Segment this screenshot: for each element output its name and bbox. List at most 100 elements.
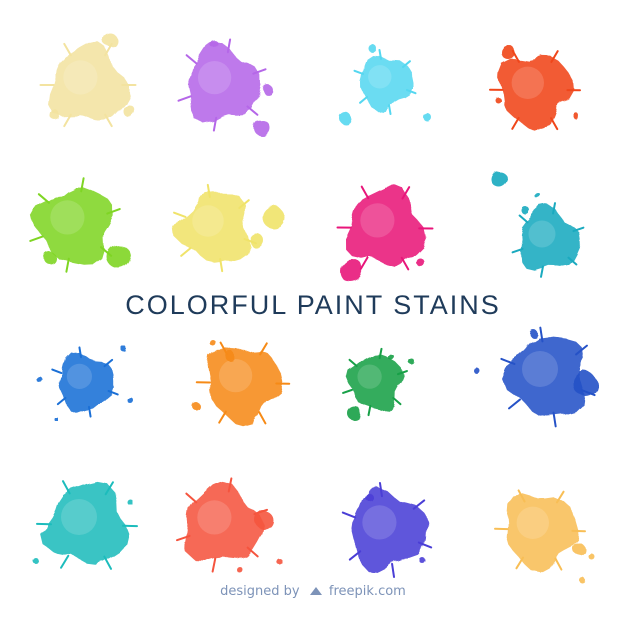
stain-droplet — [275, 557, 281, 563]
stain-droplet — [32, 557, 38, 563]
stain-highlight — [528, 220, 556, 248]
paint-stain-royal-blue — [475, 326, 597, 428]
stain-highlight — [63, 60, 98, 95]
stain-droplet — [492, 172, 508, 188]
stain-splatter-streak — [177, 95, 192, 102]
stain-droplet — [122, 347, 128, 353]
stain-splatter-streak — [60, 554, 70, 569]
credit-prefix: designed by — [220, 584, 300, 599]
paint-stain-lime-green — [29, 177, 130, 273]
stain-droplet — [587, 552, 593, 558]
stain-highlight — [218, 358, 253, 393]
stain-highlight — [362, 505, 397, 540]
stain-droplet — [419, 557, 425, 563]
paint-stain-orange — [191, 339, 291, 427]
stain-droplet — [364, 492, 372, 500]
stain-droplet — [122, 104, 134, 116]
stain-droplet — [226, 352, 236, 362]
stain-droplet — [255, 511, 273, 529]
paint-stain-red-orange — [489, 45, 581, 132]
stain-splatter-streak — [342, 388, 354, 394]
stain-splatter-streak — [88, 405, 92, 418]
stain-droplet — [249, 233, 263, 247]
credit-brand: freepik.com — [328, 584, 406, 599]
stain-droplet — [534, 192, 540, 198]
stain-droplet — [501, 45, 515, 59]
stain-splatter-streak — [515, 556, 525, 570]
stain-droplet — [572, 112, 578, 118]
stain-splatter-streak — [185, 54, 198, 65]
stain-splatter-streak — [518, 214, 529, 224]
stain-splatter-streak — [29, 235, 44, 242]
stain-droplet — [191, 401, 199, 409]
stain-droplet — [521, 206, 529, 214]
stain-droplet — [495, 97, 501, 103]
stain-highlight — [192, 205, 224, 237]
stain-droplet — [103, 33, 117, 47]
stain-splatter-streak — [511, 116, 520, 130]
stain-droplet — [389, 355, 395, 361]
stain-droplet — [53, 416, 57, 420]
paint-stain-cream — [39, 33, 137, 128]
stain-highlight — [360, 203, 395, 238]
stain-splatter-streak — [51, 368, 63, 375]
stain-splatter-streak — [258, 411, 267, 425]
paint-stain-yellow — [173, 183, 285, 273]
stain-droplet — [368, 44, 376, 52]
stain-droplet — [339, 258, 363, 282]
stain-highlight — [357, 364, 382, 389]
paint-stain-green — [342, 347, 415, 421]
paint-stain-light-orange — [494, 489, 593, 583]
stain-splatter-streak — [180, 247, 192, 257]
paint-stain-teal — [492, 172, 585, 278]
stain-splatter-streak — [508, 398, 521, 410]
stain-droplet — [237, 567, 243, 573]
stain-droplet — [50, 110, 60, 120]
stain-droplet — [263, 85, 273, 95]
stain-splatter-streak — [63, 42, 72, 57]
stain-highlight — [50, 200, 85, 235]
stain-splatter-streak — [392, 396, 402, 406]
stain-droplet — [125, 497, 131, 503]
stain-droplet — [416, 258, 424, 266]
stain-highlight — [66, 363, 92, 389]
paint-stain-coral — [175, 477, 281, 573]
stain-splatter-streak — [61, 480, 71, 495]
stain-splatter-streak — [554, 557, 563, 571]
stain-droplet — [106, 244, 130, 268]
paint-stain-turquoise — [32, 480, 138, 570]
freepik-logo-icon — [309, 587, 322, 595]
stain-droplet — [254, 120, 270, 136]
stain-droplet — [37, 377, 43, 383]
paint-stain-purple — [177, 38, 273, 136]
stain-splatter-streak — [211, 557, 217, 573]
stain-droplet — [44, 252, 56, 264]
stain-droplet — [209, 339, 215, 345]
stain-droplet — [348, 407, 362, 421]
stain-droplet — [579, 577, 585, 583]
stain-droplet — [424, 114, 432, 122]
stain-highlight — [197, 500, 232, 535]
paint-stain-blue — [37, 346, 133, 420]
stain-splatter-streak — [37, 193, 50, 204]
stain-splatter-streak — [353, 69, 365, 75]
stain-splatter-streak — [550, 117, 559, 131]
stain-droplet — [530, 330, 538, 338]
stain-droplet — [211, 41, 219, 49]
stain-highlight — [511, 66, 544, 100]
stain-droplet — [475, 369, 481, 375]
stain-droplet — [572, 542, 584, 554]
stain-splatter-streak — [341, 511, 357, 519]
stain-splatter-streak — [173, 211, 187, 218]
stain-droplet — [409, 359, 415, 365]
stain-splatter-streak — [360, 185, 370, 200]
stain-droplet — [263, 207, 285, 229]
stain-highlight — [197, 60, 232, 95]
stain-splatter-streak — [56, 396, 67, 406]
stain-splatter-streak — [387, 104, 392, 116]
page-title: COLORFUL PAINT STAINS — [125, 290, 501, 320]
paint-stain-cyan — [339, 44, 432, 124]
stain-splatter-streak — [218, 410, 227, 424]
credit-line: designed by freepik.com — [0, 584, 626, 599]
paint-stain-violet — [341, 482, 433, 578]
